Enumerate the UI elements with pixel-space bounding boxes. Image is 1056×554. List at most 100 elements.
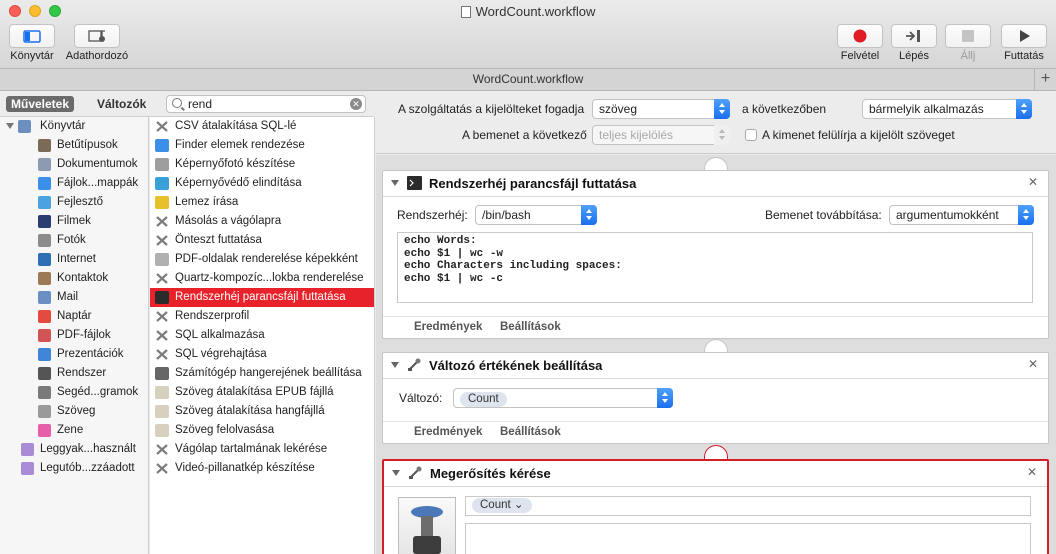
photos-icon	[38, 234, 51, 247]
action-item[interactable]: Finder elemek rendezése	[150, 136, 374, 155]
search-field[interactable]: rend ✕	[166, 95, 366, 113]
details-field[interactable]	[465, 523, 1031, 554]
receives-value: szöveg	[599, 102, 638, 116]
replace-output-checkbox[interactable]	[745, 129, 757, 141]
smart-folder-item[interactable]: Leggyak...használt	[0, 440, 149, 459]
action-item[interactable]: Rendszerhéj parancsfájl futtatása	[150, 288, 374, 307]
card-title: Rendszerhéj parancsfájl futtatása	[429, 176, 637, 191]
popup-arrows-icon	[1018, 205, 1034, 225]
library-toggle-button[interactable]	[9, 24, 55, 48]
action-item[interactable]: SQL alkalmazása	[150, 326, 374, 345]
category-item[interactable]: Segéd...gramok	[0, 383, 149, 402]
input-popup[interactable]: teljes kijelölés	[592, 125, 730, 145]
script-editor[interactable]: echo Words: echo $1 | wc -w echo Charact…	[397, 232, 1033, 303]
disclosure-icon[interactable]	[391, 180, 399, 186]
action-item[interactable]: Szöveg felolvasása	[150, 421, 374, 440]
window-title-text: WordCount.workflow	[475, 4, 596, 19]
category-item[interactable]: Internet	[0, 250, 149, 269]
options-tab[interactable]: Beállítások	[500, 321, 561, 333]
action-item[interactable]: Szöveg átalakítása EPUB fájllá	[150, 383, 374, 402]
receives-popup[interactable]: szöveg	[592, 99, 730, 119]
results-tab[interactable]: Eredmények	[414, 321, 482, 333]
search-input[interactable]: rend	[188, 97, 212, 111]
record-button[interactable]	[837, 24, 883, 48]
message-field[interactable]: Count ⌄	[465, 496, 1031, 516]
action-item[interactable]: Vágólap tartalmának lekérése	[150, 440, 374, 459]
category-item[interactable]: Fájlok...mappák	[0, 174, 149, 193]
popup-arrows-icon	[714, 125, 730, 145]
category-item[interactable]: Dokumentumok	[0, 155, 149, 174]
globe-icon	[38, 253, 51, 266]
category-root[interactable]: Könyvtár	[0, 117, 149, 136]
popup-arrows-icon	[714, 99, 730, 119]
variable-token[interactable]: Count ⌄	[472, 498, 532, 513]
category-item[interactable]: Betűtípusok	[0, 136, 149, 155]
category-label: Fotók	[57, 234, 86, 246]
category-item[interactable]: Rendszer	[0, 364, 149, 383]
action-item[interactable]: Lemez írása	[150, 193, 374, 212]
textedit-icon	[155, 424, 169, 437]
media-button[interactable]	[74, 24, 120, 48]
category-item[interactable]: PDF-fájlok	[0, 326, 149, 345]
search-icon	[172, 98, 182, 108]
category-root-label: Könyvtár	[40, 120, 86, 132]
disclosure-icon[interactable]	[392, 470, 400, 476]
variable-popup[interactable]: Count	[453, 388, 673, 408]
category-item[interactable]: Filmek	[0, 212, 149, 231]
workflow-canvas: Rendszerhéj parancsfájl futtatása ✕ Rend…	[376, 155, 1056, 554]
action-item[interactable]: Quartz-kompozíc...lokba renderelése	[150, 269, 374, 288]
finder-icon	[38, 177, 51, 190]
automator-robot-icon	[398, 497, 456, 554]
step-button[interactable]	[891, 24, 937, 48]
pass-input-popup[interactable]: argumentumokként	[889, 205, 1034, 225]
category-item[interactable]: Mail	[0, 288, 149, 307]
action-item[interactable]: Képernyővédő elindítása	[150, 174, 374, 193]
action-label: Videó-pillanatkép készítése	[175, 462, 315, 474]
category-item[interactable]: Prezentációk	[0, 345, 149, 364]
category-item[interactable]: Fotók	[0, 231, 149, 250]
card-header: Megerősítés kérése ✕	[384, 461, 1047, 487]
stop-button[interactable]	[945, 24, 991, 48]
close-icon[interactable]: ✕	[1028, 175, 1038, 189]
action-list: CSV átalakítása SQL-lé Finder elemek rend…	[150, 117, 375, 554]
utilities-icon	[38, 386, 51, 399]
terminal-icon	[407, 176, 422, 190]
disclosure-icon[interactable]	[391, 362, 399, 368]
window-toolbar: WordCount.workflow Könyvtár Adathordozó …	[0, 0, 1056, 69]
tab-workflow[interactable]: WordCount.workflow	[473, 72, 583, 86]
textedit-icon	[155, 386, 169, 399]
stop-label: Állj	[960, 50, 976, 62]
action-item[interactable]: CSV átalakítása SQL-lé	[150, 117, 374, 136]
action-item[interactable]: Önteszt futtatása	[150, 231, 374, 250]
action-item[interactable]: Képernyőfotó készítése	[150, 155, 374, 174]
action-item[interactable]: Szöveg átalakítása hangfájllá	[150, 402, 374, 421]
category-item[interactable]: Szöveg	[0, 402, 149, 421]
clear-search-icon[interactable]: ✕	[350, 98, 362, 110]
tab-variables[interactable]: Változók	[92, 96, 151, 112]
options-tab[interactable]: Beállítások	[500, 426, 561, 438]
smart-folder-item[interactable]: Legutób...zzáadott	[0, 459, 149, 478]
results-tab[interactable]: Eredmények	[414, 426, 482, 438]
category-label: Segéd...gramok	[57, 386, 139, 398]
popup-arrows-icon	[581, 205, 597, 225]
application-popup[interactable]: bármelyik alkalmazás	[862, 99, 1032, 119]
action-item[interactable]: SQL végrehajtása	[150, 345, 374, 364]
run-button[interactable]	[1001, 24, 1047, 48]
document-icon	[38, 158, 51, 171]
category-item[interactable]: Naptár	[0, 307, 149, 326]
close-icon[interactable]: ✕	[1027, 465, 1037, 479]
action-item[interactable]: Másolás a vágólapra	[150, 212, 374, 231]
action-item[interactable]: Videó-pillanatkép készítése	[150, 459, 374, 478]
action-item[interactable]: PDF-oldalak renderelése képekként	[150, 250, 374, 269]
category-item[interactable]: Kontaktok	[0, 269, 149, 288]
action-label: Vágólap tartalmának lekérése	[175, 443, 328, 455]
shell-popup[interactable]: /bin/bash	[475, 205, 597, 225]
close-icon[interactable]: ✕	[1028, 357, 1038, 371]
category-item[interactable]: Fejlesztő	[0, 193, 149, 212]
new-tab-button[interactable]: +	[1034, 69, 1056, 90]
action-item[interactable]: Rendszerprofil	[150, 307, 374, 326]
disclosure-icon[interactable]	[6, 123, 14, 129]
tab-actions[interactable]: Műveletek	[6, 96, 75, 112]
action-item[interactable]: Számítógép hangerejének beállítása	[150, 364, 374, 383]
category-item[interactable]: Zene	[0, 421, 149, 440]
